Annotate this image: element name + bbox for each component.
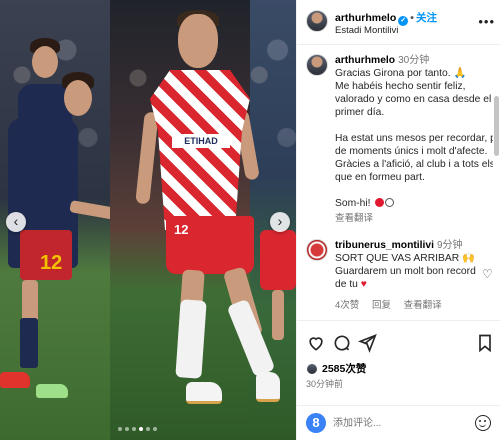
see-translation-link[interactable]: 查看翻译 — [335, 212, 493, 225]
comment-line: SORT QUE VAS ARRIBAR 🙌 — [335, 253, 475, 264]
heart-icon[interactable] — [306, 333, 326, 353]
girona-jersey — [150, 70, 250, 230]
post-details-panel: arthurhmelo ✓ • 关注 Estadi Montilivi ••• art… — [296, 0, 500, 440]
caption-line: Gràcies a l'afició, al club i a tots els — [335, 159, 493, 170]
caption-line: primer día. — [335, 107, 385, 118]
avatar[interactable] — [306, 10, 328, 32]
red-circle-emoji — [375, 198, 385, 207]
carousel-dot[interactable] — [132, 427, 136, 431]
verified-icon: ✓ — [398, 16, 409, 26]
more-icon[interactable]: ••• — [478, 14, 495, 29]
white-circle-emoji — [385, 198, 395, 207]
post-media-carousel[interactable]: 12 ETIHAD 12 ‹ › — [0, 0, 296, 440]
comment-line: de tu — [335, 279, 358, 290]
caption-line: de moments únics i molt d'afecte. — [335, 146, 488, 157]
smiley-icon[interactable] — [475, 415, 491, 431]
carousel-dot[interactable] — [125, 427, 129, 431]
comment-likes[interactable]: 4次赞 — [335, 300, 359, 311]
caption-line: Gracias Girona por tanto. 🙏 — [335, 68, 467, 79]
comment-heart-icon[interactable]: ♡ — [482, 267, 493, 281]
caption-line: Me habéis hecho sentir feliz, — [335, 81, 466, 92]
comment-bar: 8 — [297, 405, 500, 441]
comments-scroll-area[interactable]: arthurhmelo 30分钟 Gracias Girona por tanto… — [297, 46, 493, 320]
likes-count[interactable]: 2585次赞 — [322, 361, 366, 376]
comment-time: 9分钟 — [436, 240, 463, 251]
shirt-number: 12 — [40, 252, 63, 274]
comment-icon[interactable] — [332, 333, 352, 353]
carousel-dot[interactable] — [153, 427, 157, 431]
caption-line: valorado y como en casa desde el — [335, 94, 492, 105]
follow-button[interactable]: 关注 — [416, 12, 437, 24]
post-actions: 2585次赞 30分钟前 8 — [297, 320, 500, 440]
emoji-icon[interactable]: 8 — [306, 413, 326, 433]
carousel-dot[interactable] — [139, 427, 143, 431]
post-header: arthurhmelo ✓ • 关注 Estadi Montilivi ••• — [297, 0, 500, 45]
likes-summary[interactable]: 2585次赞 — [306, 361, 366, 376]
shorts-number: 12 — [174, 222, 189, 237]
instagram-post: 12 ETIHAD 12 ‹ › arthurhmelo ✓ • 关注 Esta… — [0, 0, 500, 440]
comment-line: Guardarem un molt bon record — [335, 266, 476, 277]
share-icon[interactable] — [357, 333, 377, 353]
prev-arrow-icon[interactable]: ‹ — [6, 212, 26, 232]
avatar — [306, 362, 318, 375]
jersey-sponsor: ETIHAD — [172, 134, 230, 148]
post-timestamp: 30分钟前 — [306, 379, 344, 389]
caption-username[interactable]: arthurhmelo — [335, 55, 395, 66]
carousel-dots — [118, 427, 157, 431]
comment-input[interactable] — [333, 414, 453, 432]
caption-line: Ha estat uns mesos per recordar, ple — [335, 133, 493, 144]
avatar[interactable] — [306, 239, 328, 261]
avatar[interactable] — [306, 54, 328, 76]
bookmark-icon[interactable] — [475, 333, 495, 353]
caption-closing: Som-hi! — [335, 198, 371, 209]
carousel-dot[interactable] — [118, 427, 122, 431]
header-username[interactable]: arthurhmelo — [335, 12, 396, 24]
comment-translation-link[interactable]: 查看翻译 — [404, 300, 442, 311]
red-heart-emoji: ♥ — [360, 279, 367, 290]
comment-reply-button[interactable]: 回复 — [372, 300, 391, 311]
carousel-dot[interactable] — [146, 427, 150, 431]
comment-username[interactable]: tribunerus_montilivi — [335, 240, 434, 251]
scrollbar[interactable] — [493, 46, 499, 320]
caption-time: 30分钟 — [398, 55, 430, 66]
next-arrow-icon[interactable]: › — [270, 212, 290, 232]
location-link[interactable]: Estadi Montilivi — [335, 25, 398, 36]
caption-line: que en formeu part. — [335, 172, 425, 183]
